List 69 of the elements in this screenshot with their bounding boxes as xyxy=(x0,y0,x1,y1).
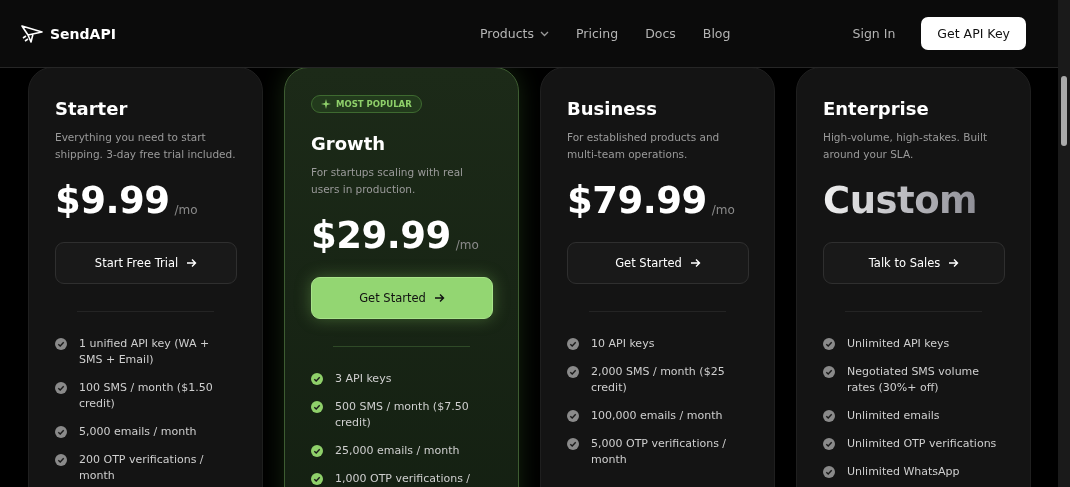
feature-text: 1,000 OTP verifications / xyxy=(335,471,471,487)
feature-text: 1 unified API key (WA + SMS + Email) xyxy=(79,336,211,368)
plan-price: $29.99 xyxy=(311,214,451,258)
check-circle-icon xyxy=(311,401,323,413)
feature-text: 200 OTP verifications / month xyxy=(79,452,205,484)
scrollbar[interactable] xyxy=(1058,0,1070,487)
check-circle-icon xyxy=(567,338,579,350)
check-circle-icon xyxy=(311,373,323,385)
feature-text: 5,000 emails / month xyxy=(79,424,197,440)
feature-text: 5,000 OTP verifications / month xyxy=(591,436,728,468)
feature-text: Unlimited WhatsApp xyxy=(847,464,960,480)
price-period: /mo xyxy=(711,203,735,217)
feature-text: 100,000 emails / month xyxy=(591,408,723,424)
feature-text: Unlimited OTP verifications xyxy=(847,436,997,452)
plan-name: Growth xyxy=(311,133,387,154)
feature-text: 25,000 emails / month xyxy=(335,443,460,459)
paper-plane-icon[interactable] xyxy=(20,23,44,44)
check-circle-icon xyxy=(55,382,67,394)
check-circle-icon xyxy=(311,445,323,457)
plan-name: Enterprise xyxy=(823,98,930,119)
check-circle-icon xyxy=(311,473,323,485)
plan-description: For established products and multi-team operations. xyxy=(567,130,721,162)
check-circle-icon xyxy=(55,426,67,438)
get-api-key-button[interactable]: Get API Key xyxy=(921,17,1026,50)
check-circle-icon xyxy=(823,410,835,422)
plan-description: Everything you need to start shipping. 3-day free trial included. xyxy=(55,130,236,162)
check-circle-icon xyxy=(823,338,835,350)
arrow-right-icon xyxy=(433,293,445,303)
arrow-right-icon xyxy=(186,258,198,268)
feature-text: Unlimited emails xyxy=(847,408,940,424)
feature-text: Negotiated SMS volume rates (30%+ off) xyxy=(847,364,981,396)
scrollbar-thumb[interactable] xyxy=(1061,76,1067,146)
nav-link[interactable]: Products xyxy=(480,26,549,41)
check-circle-icon xyxy=(55,338,67,350)
check-circle-icon xyxy=(567,366,579,378)
sparkle-icon xyxy=(321,99,331,109)
plan-button[interactable]: Start Free Trial xyxy=(55,242,237,284)
feature-text: 3 API keys xyxy=(335,371,392,387)
plan-button[interactable]: Talk to Sales xyxy=(823,242,1005,284)
price-period: /mo xyxy=(455,238,479,252)
check-circle-icon xyxy=(823,466,835,478)
feature-text: 100 SMS / month ($1.50 credit) xyxy=(79,380,214,412)
badge-text: MOST POPULAR xyxy=(336,99,412,109)
plan-button[interactable]: Get Started xyxy=(567,242,749,284)
nav-link[interactable]: Docs xyxy=(645,26,676,41)
plan-description: For startups scaling with real users in production. xyxy=(311,165,464,197)
check-circle-icon xyxy=(567,438,579,450)
brand-name[interactable]: SendAPI xyxy=(50,25,116,42)
plan-description: High-volume, high-stakes. Built around your SLA. xyxy=(823,130,989,162)
feature-text: 500 SMS / month ($7.50 credit) xyxy=(335,399,470,431)
nav-link[interactable]: Blog xyxy=(702,26,731,41)
plan-name: Starter xyxy=(55,98,129,119)
plan-price: $9.99 xyxy=(55,179,170,223)
check-circle-icon xyxy=(823,438,835,450)
feature-text: 2,000 SMS / month ($25 credit) xyxy=(591,364,726,396)
chevron-down-icon xyxy=(540,30,549,37)
price-period: /mo xyxy=(174,203,198,217)
arrow-right-icon xyxy=(948,258,960,268)
plan-button[interactable]: Get Started xyxy=(311,277,493,319)
check-circle-icon xyxy=(823,366,835,378)
sign-in-link[interactable]: Sign In xyxy=(852,26,896,41)
check-circle-icon xyxy=(55,454,67,466)
feature-text: 10 API keys xyxy=(591,336,655,352)
feature-text: Unlimited API keys xyxy=(847,336,950,352)
arrow-right-icon xyxy=(689,258,701,268)
check-circle-icon xyxy=(567,410,579,422)
plan-price: $79.99 xyxy=(567,179,707,223)
nav-link[interactable]: Pricing xyxy=(576,26,619,41)
plan-name: Business xyxy=(567,98,658,119)
